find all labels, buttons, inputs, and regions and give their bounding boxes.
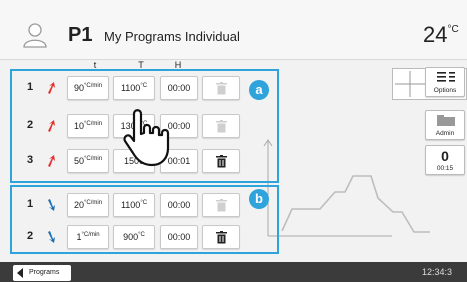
up-arrow-icon xyxy=(48,82,55,94)
hold-time-field[interactable]: 00:00 xyxy=(160,225,198,249)
footer-bar: Programs 12:34:3 xyxy=(0,262,467,282)
tap-hand-icon xyxy=(123,109,170,167)
delete-step-button[interactable] xyxy=(202,225,240,249)
rate-field[interactable]: 90°C/min xyxy=(67,76,109,100)
step-number: 2 xyxy=(27,230,34,242)
admin-button[interactable]: Admin xyxy=(425,110,465,140)
program-name: My Programs Individual xyxy=(104,29,240,44)
rate-field[interactable]: 50°C/min xyxy=(67,149,109,173)
rate-field[interactable]: 10°C/min xyxy=(67,114,109,138)
programs-back-button[interactable]: Programs xyxy=(13,265,71,281)
step-number: 1 xyxy=(27,81,34,93)
rate-field[interactable]: 1°C/min xyxy=(67,225,109,249)
admin-label: Admin xyxy=(435,130,455,137)
temperature-field[interactable]: 1100°C xyxy=(113,76,155,100)
delete-step-button[interactable] xyxy=(202,149,240,173)
options-button[interactable]: Options xyxy=(425,67,465,97)
trash-icon xyxy=(216,155,227,168)
trash-icon xyxy=(216,120,227,133)
folder-icon xyxy=(437,115,455,126)
rate-field[interactable]: 20°C/min xyxy=(67,193,109,217)
header-bar: P1 My Programs Individual 24°C xyxy=(0,0,467,60)
timer-label: 00:15 xyxy=(436,165,454,172)
delete-step-button[interactable] xyxy=(202,76,240,100)
chamber-temperature: 24°C xyxy=(423,22,459,47)
trash-icon xyxy=(216,231,227,244)
crosshair-icon xyxy=(395,71,425,97)
options-label: Options xyxy=(433,87,457,94)
program-editor: t T H 1 90°C/min 1100°C 00:00 2 10°C/min… xyxy=(0,60,467,262)
section-b-badge: b xyxy=(249,189,269,209)
temperature-field[interactable]: 1100°C xyxy=(113,193,155,217)
down-arrow-icon xyxy=(48,231,55,243)
up-arrow-icon xyxy=(48,155,55,167)
hold-time-field[interactable]: 00:00 xyxy=(160,76,198,100)
program-id: P1 xyxy=(68,24,93,46)
programs-label: Programs xyxy=(29,269,60,276)
temperature-field[interactable]: 900°C xyxy=(113,225,155,249)
up-arrow-icon xyxy=(48,120,55,132)
delete-step-button[interactable] xyxy=(202,193,240,217)
step-number: 2 xyxy=(27,119,34,131)
trash-icon xyxy=(216,199,227,212)
timer-value: 0 xyxy=(441,148,449,164)
down-arrow-icon xyxy=(48,199,55,211)
user-icon[interactable] xyxy=(22,22,48,48)
delete-step-button[interactable] xyxy=(202,114,240,138)
step-number: 3 xyxy=(27,154,34,166)
trash-icon xyxy=(216,82,227,95)
section-a-badge: a xyxy=(249,80,269,100)
clock: 12:34:3 xyxy=(422,267,453,277)
hold-time-field[interactable]: 00:00 xyxy=(160,193,198,217)
menu-list-icon xyxy=(437,72,455,82)
timer-button[interactable]: 0 00:15 xyxy=(425,145,465,175)
back-arrow-icon xyxy=(17,268,23,278)
step-number: 1 xyxy=(27,198,34,210)
